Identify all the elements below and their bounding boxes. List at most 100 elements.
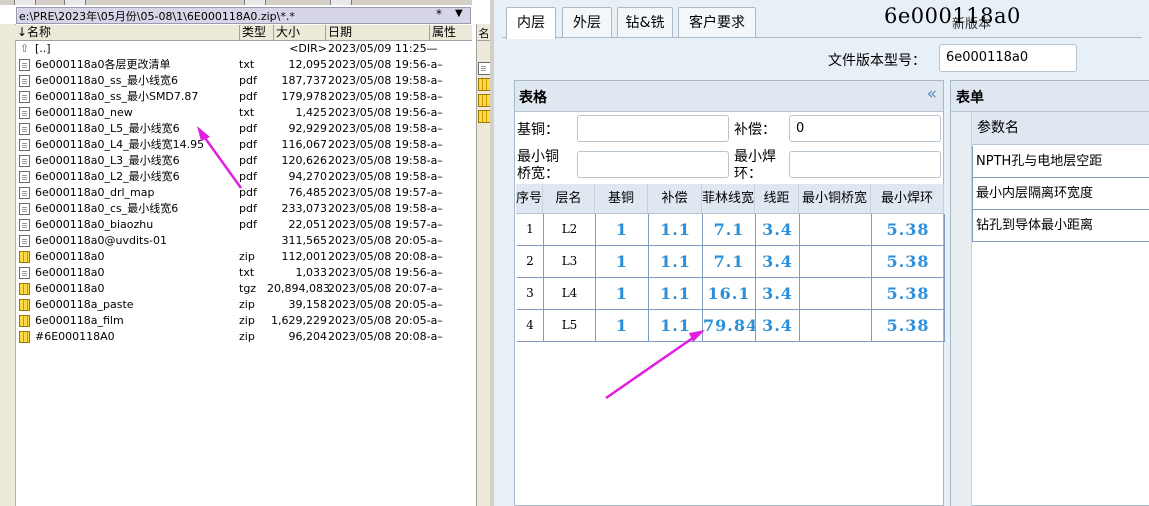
file-row[interactable]: 6e000118a0_cs_最小线宽6 pdf 233,073 2023/05/08 … [15,201,472,217]
grid-cell-ring[interactable]: 5.38 [872,278,945,309]
toolbar-button[interactable] [14,0,36,5]
grid-cell-film[interactable]: 7.1 [703,214,756,245]
grid-cell-index[interactable]: 2 [517,246,544,277]
grid-cell-base[interactable]: 1 [596,310,649,341]
column-attr[interactable]: 属性 [429,25,473,40]
file-date: 2023/05/08 19:56-a– [328,58,443,71]
min-annular-ring-input[interactable] [789,151,941,178]
grid-column-header[interactable]: 补偿 [648,184,702,213]
grid-column-header[interactable]: 序号 [516,184,543,213]
table-row[interactable]: 4 L5 1 1.1 79.84 3.4 5.38 [517,310,945,342]
file-row[interactable]: 6e000118a0_biaozhu pdf 22,051 2023/05/08 19… [15,217,472,233]
grid-cell-film[interactable]: 79.84 [703,310,756,341]
file-row[interactable]: 6e000118a_paste zip 39,158 2023/05/08 20:05… [15,297,472,313]
file-type: txt [239,266,255,279]
column-type[interactable]: 类型 [239,25,274,40]
column-size[interactable]: 大小 [273,25,326,40]
grid-cell-spacing[interactable]: 3.4 [756,246,800,277]
grid-cell-ring[interactable]: 5.38 [872,246,945,277]
file-row[interactable]: 6e000118a0 zip 112,001 2023/05/08 20:08-a– [15,249,472,265]
grid-cell-film[interactable]: 16.1 [703,278,756,309]
tab-inner-layer[interactable]: 内层 [506,7,556,39]
file-row[interactable]: 6e000118a0_L2_最小线宽6 pdf 94,270 2023/05/08 1… [15,169,472,185]
second-pane-name-header[interactable]: 名 [477,25,491,41]
grid-cell-bridge[interactable] [800,278,872,309]
param-row[interactable]: NPTH孔与电地层空距 [972,146,1149,178]
table-row[interactable]: 2 L3 1 1.1 7.1 3.4 5.38 [517,246,945,278]
file-version-input[interactable] [939,44,1077,72]
grid-cell-bridge[interactable] [800,214,872,245]
grid-cell-film[interactable]: 7.1 [703,246,756,277]
grid-cell-layer[interactable]: L3 [544,246,596,277]
grid-cell-comp[interactable]: 1.1 [649,278,703,309]
file-row[interactable]: 6e000118a0_ss_最小线宽6 pdf 187,737 2023/05/08 … [15,73,472,89]
file-size: <DIR> [289,42,327,55]
file-row[interactable]: ⇧ [..] <DIR> 2023/05/09 11:25— [15,41,472,57]
grid-cell-layer[interactable]: L5 [544,310,596,341]
grid-column-header[interactable]: 最小焊环 [871,184,944,213]
toolbar-button[interactable] [244,0,266,5]
grid-column-header[interactable]: 基铜 [595,184,648,213]
grid-cell-ring[interactable]: 5.38 [872,310,945,341]
grid-cell-base[interactable]: 1 [596,278,649,309]
min-copper-bridge-input[interactable] [577,151,729,178]
file-row[interactable]: 6e000118a0_new txt 1,425 2023/05/08 19:56-a… [15,105,472,121]
file-row[interactable]: 6e000118a0_L5_最小线宽6 pdf 92,929 2023/05/08 1… [15,121,472,137]
table-row[interactable]: 1 L2 1 1.1 7.1 3.4 5.38 [517,214,945,246]
column-date[interactable]: 日期 [325,25,432,40]
toolbar-button[interactable] [330,0,352,5]
file-row[interactable]: 6e000118a0 tgz 20,894,083 2023/05/08 20:07-… [15,281,472,297]
file-row[interactable]: 6e000118a0@uvdits-01 311,565 2023/05/08 20… [15,233,472,249]
file-row[interactable]: 6e000118a0_L3_最小线宽6 pdf 120,626 2023/05/08 … [15,153,472,169]
file-manager-panel: e:\PRE\2023年\05月份\05-08\1\6E000118A0.zip… [0,0,494,506]
grid-cell-bridge[interactable] [800,246,872,277]
grid-cell-spacing[interactable]: 3.4 [756,310,800,341]
file-size: 1,425 [295,106,328,119]
grid-cell-base[interactable]: 1 [596,246,649,277]
grid-cell-index[interactable]: 4 [517,310,544,341]
grid-column-header[interactable]: 线距 [755,184,799,213]
file-row[interactable]: 6e000118a0_L4_最小线宽14.95 pdf 116,067 2023/05… [15,137,472,153]
file-row[interactable]: 6e000118a0_ss_最小SMD7.87 pdf 179,978 2023/05… [15,89,472,105]
path-bar[interactable]: e:\PRE\2023年\05月份\05-08\1\6E000118A0.zip… [16,7,471,24]
grid-cell-comp[interactable]: 1.1 [649,246,703,277]
grid-cell-ring[interactable]: 5.38 [872,214,945,245]
file-row[interactable]: #6E000118A0 zip 96,204 2023/05/08 20:08-a– [15,329,472,345]
file-date: 2023/05/08 19:58-a– [328,202,443,215]
toolbar-button[interactable] [64,0,86,5]
grid-cell-index[interactable]: 1 [517,214,544,245]
param-row[interactable]: 钻孔到导体最小距离 [972,210,1149,242]
path-filter-star[interactable]: * [436,7,442,21]
file-row[interactable]: 6e000118a0_drl_map pdf 76,485 2023/05/08 19… [15,185,472,201]
collapse-icon[interactable]: « [927,84,937,104]
grid-cell-layer[interactable]: L2 [544,214,596,245]
param-row[interactable]: 最小内层隔离环宽度 [972,178,1149,210]
file-row[interactable]: 6e000118a_film zip 1,629,229 2023/05/08 20:… [15,313,472,329]
base-copper-label: 基铜： [517,122,559,138]
tab-customer-requirements[interactable]: 客户要求 [678,7,756,37]
grid-cell-base[interactable]: 1 [596,214,649,245]
file-type: pdf [239,154,257,167]
grid-cell-comp[interactable]: 1.1 [649,310,703,341]
tab-outer-layer[interactable]: 外层 [562,7,612,37]
tab-drill-mill[interactable]: 钻&铣 [617,7,673,37]
grid-cell-spacing[interactable]: 3.4 [756,214,800,245]
file-row[interactable]: 6e000118a0各层更改清单 txt 12,095 2023/05/08 19:5… [15,57,472,73]
file-row[interactable]: 6e000118a0 txt 1,033 2023/05/08 19:56-a– [15,265,472,281]
base-copper-input[interactable] [577,115,729,142]
grid-cell-comp[interactable]: 1.1 [649,214,703,245]
form-row-gutter [951,112,972,506]
grid-cell-bridge[interactable] [800,310,872,341]
file-name: 6e000118a_paste [35,298,134,311]
grid-column-header[interactable]: 菲林线宽 [702,184,755,213]
column-name[interactable]: ↓名称 [15,25,239,40]
path-dropdown-icon[interactable]: ▼ [455,8,463,19]
compensation-input[interactable] [789,115,941,142]
grid-column-header[interactable]: 层名 [543,184,595,213]
grid-cell-layer[interactable]: L4 [544,278,596,309]
grid-cell-spacing[interactable]: 3.4 [756,278,800,309]
param-name-header[interactable]: 参数名 [972,112,1149,145]
grid-column-header[interactable]: 最小铜桥宽 [799,184,871,213]
table-row[interactable]: 3 L4 1 1.1 16.1 3.4 5.38 [517,278,945,310]
grid-cell-index[interactable]: 3 [517,278,544,309]
